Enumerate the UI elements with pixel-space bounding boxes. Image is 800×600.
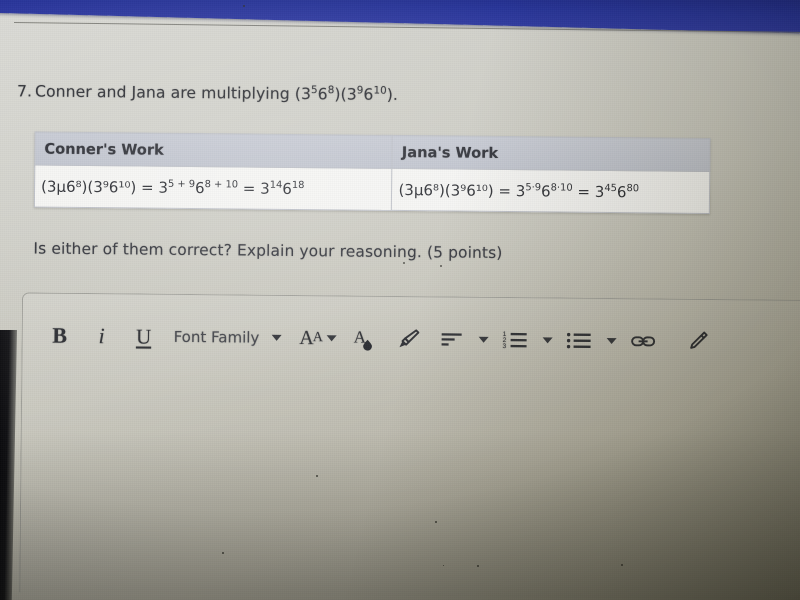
text-color-icon[interactable]: A xyxy=(342,318,386,358)
jana-equals-1: = xyxy=(498,181,512,200)
highlighter-icon[interactable] xyxy=(386,319,430,359)
conner-equals-2: = xyxy=(242,178,256,198)
jana-step: 35·968·10 xyxy=(515,181,573,200)
svg-text:3: 3 xyxy=(503,343,507,350)
italic-button[interactable]: i xyxy=(81,316,121,356)
underline-button[interactable]: U xyxy=(121,316,165,356)
conner-step: 35 + 968 + 10 xyxy=(158,178,239,197)
jana-work-cell: (3µ6⁸)(3⁹6¹⁰) = 35·968·10 = 345680 xyxy=(391,168,710,214)
dust-speck xyxy=(621,564,623,566)
dust-speck xyxy=(435,521,437,523)
editor-toolbar: B i U Font Family AA A 1 2 3 xyxy=(22,309,800,368)
font-size-chevron-down-icon[interactable] xyxy=(322,318,342,358)
table-row: (3µ6⁸)(3⁹6¹⁰) = 35 + 968 + 10 = 314618 (… xyxy=(34,164,710,214)
dust-speck xyxy=(316,475,318,477)
dust-speck xyxy=(403,262,405,264)
question-expression: (3568)(39610). xyxy=(294,83,399,104)
table-header-jana: Jana's Work xyxy=(392,135,711,172)
bold-button[interactable]: B xyxy=(37,316,81,356)
numbered-list-chevron-down-icon[interactable] xyxy=(538,320,558,360)
insert-link-icon[interactable] xyxy=(622,321,666,361)
conner-equals-1: = xyxy=(140,178,154,197)
text-align-chevron-down-icon[interactable] xyxy=(474,320,494,360)
bullet-list-icon[interactable] xyxy=(558,321,602,361)
follow-up-prompt: Is either of them correct? Explain your … xyxy=(33,239,503,262)
editor-body[interactable] xyxy=(20,363,800,600)
jana-equals-2: = xyxy=(577,182,591,201)
question-text: Conner and Jana are multiplying xyxy=(34,82,295,103)
question-line: 7. Conner and Jana are multiplying (3568)… xyxy=(17,82,657,106)
photographed-screen: 7. Conner and Jana are multiplying (3568)… xyxy=(0,0,800,600)
question-number: 7. xyxy=(16,82,33,101)
table-header-conner: Conner's Work xyxy=(34,131,393,169)
conner-lhs: (3µ6⁸)(3⁹6¹⁰) xyxy=(40,177,137,196)
dust-speck xyxy=(222,552,224,554)
dust-speck xyxy=(243,5,245,7)
font-size-dropdown[interactable]: AA xyxy=(289,318,322,358)
bullet-list-chevron-down-icon[interactable] xyxy=(602,321,622,361)
conner-result: 314618 xyxy=(260,179,305,198)
font-family-dropdown[interactable]: Font Family xyxy=(169,317,263,358)
jana-result: 345680 xyxy=(594,182,640,201)
conner-work-cell: (3µ6⁸)(3⁹6¹⁰) = 35 + 968 + 10 = 314618 xyxy=(34,164,393,211)
text-align-icon[interactable] xyxy=(430,319,474,359)
rich-text-editor[interactable]: B i U Font Family AA A 1 2 3 xyxy=(19,292,800,600)
jana-lhs: (3µ6⁸)(3⁹6¹⁰) xyxy=(398,180,494,200)
font-family-chevron-down-icon[interactable] xyxy=(263,318,289,358)
dust-speck xyxy=(443,565,444,566)
dust-speck xyxy=(477,565,479,567)
student-work-table: Conner's Work Jana's Work (3µ6⁸)(3⁹6¹⁰) … xyxy=(34,131,711,214)
numbered-list-icon[interactable]: 123 xyxy=(494,320,538,360)
dust-speck xyxy=(440,265,442,267)
attachment-icon[interactable] xyxy=(676,322,720,362)
assignment-page: 7. Conner and Jana are multiplying (3568)… xyxy=(0,0,800,600)
